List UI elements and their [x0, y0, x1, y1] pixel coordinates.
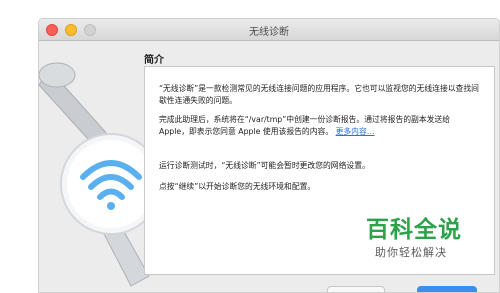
continue-button[interactable] — [417, 286, 477, 292]
window-title: 无线诊断 — [249, 27, 289, 38]
watermark: 百科全说 助你轻松解决 — [348, 206, 468, 266]
wireless-diagnostics-illustration — [39, 62, 159, 287]
section-title: 简介 — [144, 55, 164, 66]
watermark-subtitle: 助你轻松解决 — [375, 246, 447, 259]
report-text: 完成此助理后，系统将在“/var/tmp”中创建一份诊断报告。通过将报告的副本发… — [159, 115, 451, 136]
intro-paragraph-2: 完成此助理后，系统将在“/var/tmp”中创建一份诊断报告。通过将报告的副本发… — [159, 114, 481, 138]
intro-paragraph-1: “无线诊断”是一款检测常见的无线连接问题的应用程序。它也可以监视您的无线连接以查… — [159, 84, 479, 105]
more-info-link[interactable]: 更多内容… — [336, 127, 375, 136]
intro-paragraph-3: 运行诊断测试时，“无线诊断”可能会暂时更改您的网络设置。 — [159, 161, 370, 170]
intro-paragraph-4: 点按“继续”以开始诊断您的无线环境和配置。 — [159, 182, 316, 191]
title-bar[interactable]: 无线诊断 — [39, 19, 499, 41]
secondary-button[interactable] — [327, 286, 385, 292]
watermark-title: 百科全说 — [366, 217, 462, 243]
